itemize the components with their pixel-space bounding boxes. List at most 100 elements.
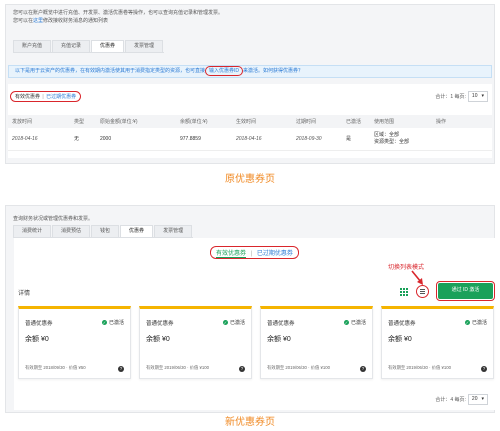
- table-header-row: 发放时间 类型 原始金额(单位:¥) 余额(单位:¥) 生效时间 过期时间 已激…: [8, 115, 492, 128]
- coupon-card-list: 普通优惠券 ✓ 已激活 余额 ¥0 有效期至 2018/09/30 · 价值 ¥5…: [18, 306, 494, 379]
- question-icon[interactable]: ?: [239, 366, 245, 372]
- scope-region: 区域：全部: [374, 131, 400, 138]
- grid-view-icon[interactable]: [400, 288, 408, 296]
- coupon-card-balance: 余额 ¥0: [267, 336, 291, 343]
- old-page-size-value: 10: [471, 93, 478, 99]
- red-arrow-icon: [411, 270, 423, 285]
- question-icon[interactable]: ?: [481, 366, 487, 372]
- old-intro-line2-post: 修改接收财务消息的通知列表: [43, 18, 109, 24]
- filter-expired-coupons[interactable]: 已过期优惠券: [46, 94, 76, 100]
- activate-by-id-button-wrapper: 通过 ID 激活: [436, 281, 495, 301]
- coupon-card-status: ✓ 已激活: [343, 319, 366, 326]
- new-page-size-value: 20: [471, 396, 478, 402]
- new-coupon-content: 有效优惠券 | 已过期优惠券 切换列表模式 详情 通过 ID 激活 普通优惠券 …: [14, 238, 498, 410]
- coupon-card-status-text: 已激活: [350, 320, 366, 326]
- coupon-card-expiry: 有效期至 2018/09/30 · 价值 ¥50: [25, 365, 86, 370]
- filter-valid-coupons[interactable]: 有效优惠券: [15, 94, 40, 100]
- coupon-notice-bar: 以下是用于云资产的优惠券，在有效期内激活使其用于消费指定类型的资源，也可直接 输入…: [8, 65, 492, 78]
- notice-text-post: 来激活。如何获得优惠券？: [243, 68, 304, 74]
- question-icon[interactable]: ?: [360, 366, 366, 372]
- cell-issued: 2018-04-16: [8, 128, 70, 151]
- new-page-caption: 新优惠券页: [225, 417, 275, 428]
- cell-activated: 是: [342, 128, 370, 151]
- coupon-card[interactable]: 普通优惠券 ✓ 已激活 余额 ¥0 有效期至 2018/09/30 · 价值 ¥5…: [18, 306, 131, 379]
- col-activated: 已激活: [342, 115, 370, 128]
- old-pagination: 合计：1 每页: 10 ▾: [435, 91, 488, 102]
- filter-separator: |: [42, 94, 44, 100]
- cell-type: 无: [70, 128, 96, 151]
- old-intro: 您可以在账户概览中进行充值、开发票、激活优惠卷等操作，也可以查询充值记录和管理发…: [13, 9, 223, 25]
- coupon-card-status-text: 已激活: [471, 320, 487, 326]
- old-coupon-content: 有效优惠券 | 已过期优惠券 合计：1 每页: 10 ▾ 发放时间 类型 原始金…: [8, 84, 492, 158]
- new-coupon-page: 查询财务状况或管理优惠券和发票。 消费统计 消费预估 钱包 优惠券 发票管理 有…: [5, 205, 498, 413]
- tab-invoice[interactable]: 发票管理: [125, 40, 164, 52]
- cell-original: 2000: [96, 128, 176, 151]
- check-circle-icon: ✓: [464, 320, 470, 325]
- filter-valid-coupons[interactable]: 有效优惠券: [216, 251, 247, 258]
- cell-effective: 2018-04-16: [232, 128, 292, 151]
- filter-expired-coupons[interactable]: 已过期优惠券: [257, 251, 293, 257]
- col-balance: 余额(单位:¥): [176, 115, 232, 128]
- check-circle-icon: ✓: [222, 320, 228, 325]
- cell-expires: 2018-09-30: [292, 128, 342, 151]
- scope-resource: 资源类型：全部: [374, 138, 410, 145]
- old-total-label: 合计：1 每页:: [435, 94, 466, 100]
- tab-wallet[interactable]: 钱包: [91, 225, 120, 237]
- cell-action: [432, 128, 492, 151]
- coupon-card[interactable]: 普通优惠券 ✓ 已激活 余额 ¥0 有效期至 2019/06/30 · 价值 ¥1…: [139, 306, 252, 379]
- tab-coupons[interactable]: 优惠券: [120, 225, 154, 237]
- chevron-down-icon: ▾: [481, 93, 484, 99]
- old-coupon-filter: 有效优惠券 | 已过期优惠券: [10, 91, 82, 102]
- coupon-card-status: ✓ 已激活: [222, 319, 245, 326]
- cell-scope: 区域：全部 资源类型：全部: [370, 128, 432, 151]
- filter-separator: |: [250, 251, 253, 257]
- coupon-card-title: 普通优惠券: [25, 321, 53, 327]
- col-original: 原始金额(单位:¥): [96, 115, 176, 128]
- detail-label: 详情: [18, 291, 31, 297]
- new-pagination: 合计：4 每页: 20 ▾: [435, 394, 488, 405]
- coupon-card-balance: 余额 ¥0: [146, 336, 170, 343]
- coupon-card-status: ✓ 已激活: [464, 319, 487, 326]
- new-intro: 查询财务状况或管理优惠券和发票。: [13, 216, 94, 222]
- activate-by-id-button[interactable]: 通过 ID 激活: [438, 283, 493, 299]
- coupon-card-balance: 余额 ¥0: [25, 336, 49, 343]
- question-icon[interactable]: ?: [118, 366, 124, 372]
- notify-list-link[interactable]: 这里: [33, 18, 43, 24]
- old-intro-line2: 您可以在这里修改接收财务消息的通知列表: [13, 17, 223, 25]
- coupon-card-title: 普通优惠券: [146, 321, 174, 327]
- col-issued: 发放时间: [8, 115, 70, 128]
- notice-text-pre: 以下是用于云资产的优惠券，在有效期内激活使其用于消费指定类型的资源，也可直接: [15, 68, 206, 74]
- tab-coupons[interactable]: 优惠券: [91, 40, 125, 52]
- coupon-card-title: 普通优惠券: [267, 321, 295, 327]
- tab-recharge[interactable]: 账户充值: [13, 40, 52, 52]
- new-tabs: 消费统计 消费预估 钱包 优惠券 发票管理: [13, 225, 194, 238]
- coupon-card[interactable]: 普通优惠券 ✓ 已激活 余额 ¥0 有效期至 2019/06/30 · 价值 ¥1…: [381, 306, 494, 379]
- coupon-card-expiry: 有效期至 2019/06/30 · 价值 ¥100: [388, 365, 452, 370]
- col-type: 类型: [70, 115, 96, 128]
- enter-coupon-id-link[interactable]: 输入优惠券ID: [205, 66, 244, 76]
- list-view-icon[interactable]: [416, 285, 429, 298]
- col-effective: 生效时间: [232, 115, 292, 128]
- col-action: 操作: [432, 115, 492, 128]
- tab-recharge-records[interactable]: 充值记录: [52, 40, 91, 52]
- new-coupon-filter: 有效优惠券 | 已过期优惠券: [210, 246, 299, 259]
- check-circle-icon: ✓: [101, 320, 107, 325]
- tab-consumption-forecast[interactable]: 消费预估: [52, 225, 91, 237]
- coupon-card-status-text: 已激活: [229, 320, 245, 326]
- coupon-card-status: ✓ 已激活: [101, 319, 124, 326]
- coupon-card-status-text: 已激活: [108, 320, 124, 326]
- old-intro-line2-pre: 您可以在: [13, 18, 34, 24]
- col-scope: 使用范围: [370, 115, 432, 128]
- tab-consumption-stats[interactable]: 消费统计: [13, 225, 52, 237]
- cell-balance: 977.8859: [176, 128, 232, 151]
- coupon-card-expiry: 有效期至 2019/06/30 · 价值 ¥100: [267, 365, 331, 370]
- tab-invoice[interactable]: 发票管理: [154, 225, 193, 237]
- coupon-card-expiry: 有效期至 2019/06/30 · 价值 ¥100: [146, 365, 210, 370]
- new-total-label: 合计：4 每页:: [435, 397, 466, 403]
- coupon-card[interactable]: 普通优惠券 ✓ 已激活 余额 ¥0 有效期至 2019/06/30 · 价值 ¥1…: [260, 306, 373, 379]
- check-circle-icon: ✓: [343, 320, 349, 325]
- new-page-size-select[interactable]: 20 ▾: [467, 394, 488, 405]
- old-page-size-select[interactable]: 10 ▾: [467, 91, 488, 102]
- old-coupon-table: 发放时间 类型 原始金额(单位:¥) 余额(单位:¥) 生效时间 过期时间 已激…: [8, 115, 492, 151]
- chevron-down-icon: ▾: [481, 396, 484, 402]
